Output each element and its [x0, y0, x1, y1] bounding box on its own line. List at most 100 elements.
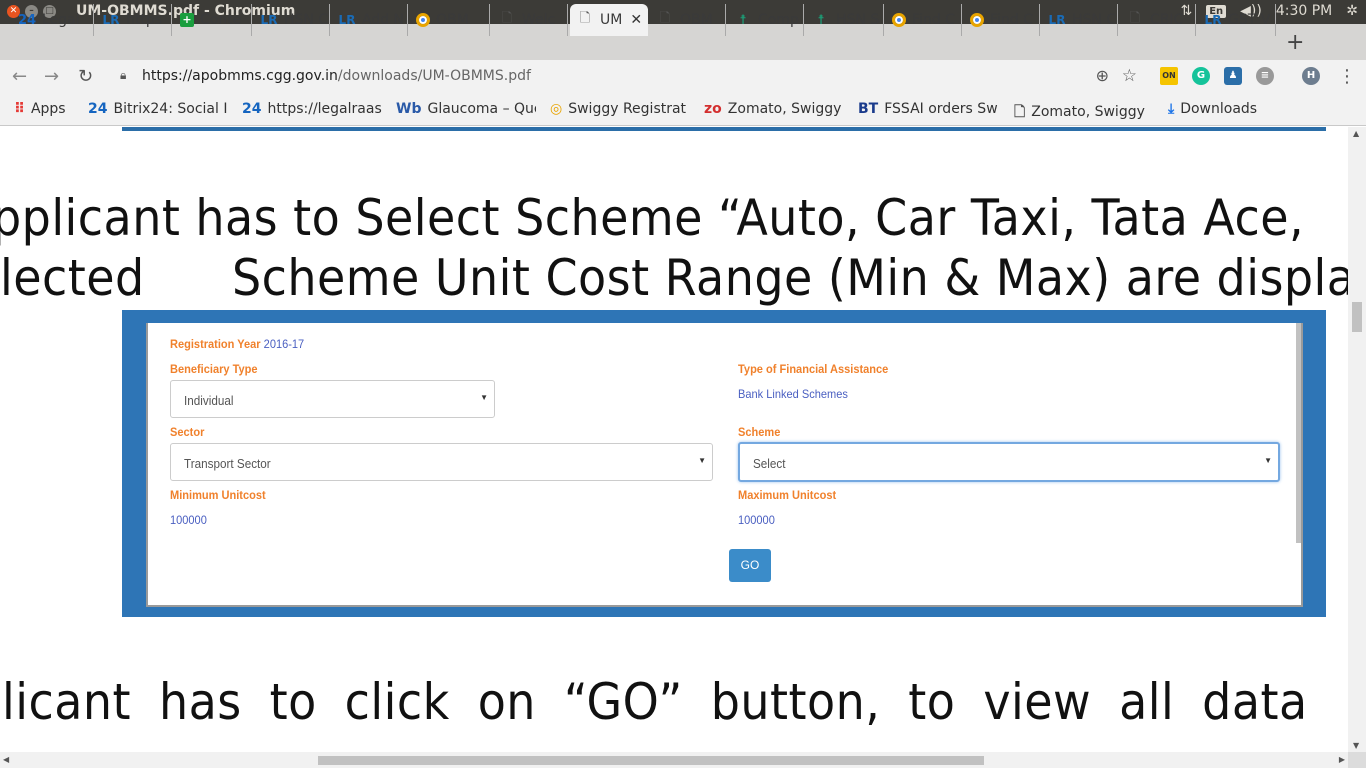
- horizontal-scrollbar[interactable]: ◀ ▶: [0, 752, 1348, 768]
- reload-icon[interactable]: ↻: [78, 66, 93, 87]
- chrome-icon: ◎: [550, 101, 563, 117]
- tab-label: GST V: [1228, 12, 1271, 28]
- tab-label: HSN C: [1072, 12, 1117, 28]
- document-icon: 🗋: [1129, 11, 1141, 26]
- registration-year-label: Registration Year 2016-17: [170, 337, 305, 351]
- browser-tab[interactable]: 🗋 UM ✕: [570, 4, 648, 36]
- vertical-scrollbar[interactable]: ▲ ▼: [1348, 127, 1366, 752]
- bookmark-label: Zomato, Swiggy: [1031, 104, 1145, 120]
- bookmark-item[interactable]: 🗋 Zomato, Swiggy: [1014, 101, 1154, 125]
- legalraasta-icon: LR: [260, 13, 278, 27]
- tab-label: Add N: [362, 12, 405, 28]
- tab-label: OBM: [680, 12, 713, 28]
- scroll-up-arrow-icon[interactable]: ▲: [1353, 129, 1359, 138]
- document-text-line-3: licant has to click on “GO” button, to v…: [2, 673, 1308, 731]
- document-text-line-2b: Scheme Unit Cost Range (Min & Max) are d…: [232, 249, 1348, 307]
- chevron-down-icon: ▼: [1264, 456, 1272, 465]
- browser-tab[interactable]: 🗋 OBM: [650, 4, 726, 36]
- zomato-icon: zo: [704, 101, 722, 117]
- extension-on-icon[interactable]: ON: [1160, 67, 1178, 85]
- close-tab-icon[interactable]: ✕: [630, 12, 642, 28]
- browser-tab[interactable]: + Conte: [174, 4, 252, 36]
- bitrix24-icon: 24: [88, 101, 108, 117]
- grammarly-icon[interactable]: G: [1192, 67, 1210, 85]
- financial-assistance-value: Bank Linked Schemes: [738, 387, 848, 401]
- beneficiary-type-select[interactable]: Individual ▼: [170, 380, 495, 418]
- min-unitcost-value: 100000: [170, 513, 207, 527]
- horizontal-scroll-thumb[interactable]: [318, 756, 984, 765]
- forward-arrow-icon[interactable]: →: [44, 66, 59, 87]
- bookmark-item[interactable]: 24 Bitrix24: Social In: [88, 101, 228, 117]
- browser-tab[interactable]: LR GST V: [1198, 4, 1276, 36]
- browser-tab[interactable]: ☨ HSN S: [806, 4, 884, 36]
- bookmark-label: Swiggy Registrat: [568, 101, 687, 117]
- bookmark-item[interactable]: BT FSSAI orders Swi: [858, 101, 998, 117]
- figure-icon: ☨: [817, 12, 825, 28]
- financial-assistance-label: Type of Financial Assistance: [738, 362, 889, 376]
- vertical-scroll-thumb[interactable]: [1352, 302, 1362, 332]
- clock[interactable]: 4:30 PM: [1276, 3, 1332, 19]
- scheme-label: Scheme: [738, 425, 781, 439]
- browser-tab[interactable]: Find C: [886, 4, 962, 36]
- sector-label: Sector: [170, 425, 205, 439]
- browser-tab[interactable]: LR HSN C: [1042, 4, 1118, 36]
- tab-label: HSN S: [836, 12, 880, 28]
- embedded-image-bottom-edge: [122, 127, 1326, 131]
- chevron-down-icon: ▼: [698, 456, 706, 465]
- new-tab-button[interactable]: +: [1286, 30, 1304, 55]
- document-text-line-2a: lected: [0, 249, 145, 307]
- tab-label: Comp: [758, 12, 799, 28]
- scroll-right-arrow-icon[interactable]: ▶: [1339, 755, 1345, 764]
- browser-tab[interactable]: OBM: [410, 4, 490, 36]
- back-arrow-icon[interactable]: ←: [12, 66, 27, 87]
- go-button[interactable]: GO: [729, 549, 771, 582]
- bookmark-item[interactable]: ◎ Swiggy Registrat: [550, 101, 690, 117]
- browser-tab[interactable]: LR HSN C: [254, 4, 330, 36]
- tab-label: CBIC: [1150, 12, 1184, 28]
- browser-tab[interactable]: ☨ Comp: [728, 4, 804, 36]
- pdf-viewer-page: pplicant has to Select Scheme “Auto, Car…: [0, 127, 1348, 752]
- zoom-icon[interactable]: ⊕: [1096, 66, 1109, 85]
- document-icon: 🗋: [501, 11, 513, 26]
- menu-kebab-icon[interactable]: ⋮: [1338, 66, 1356, 87]
- bookmark-item[interactable]: ⠿ Apps: [14, 101, 76, 117]
- sector-select[interactable]: Transport Sector ▼: [170, 443, 713, 481]
- legalraasta-icon: LR: [102, 13, 120, 27]
- chrome-icon: [970, 13, 984, 27]
- document-text-line-1: pplicant has to Select Scheme “Auto, Car…: [0, 189, 1305, 247]
- bookmark-item[interactable]: 24 https://legalraas: [242, 101, 382, 117]
- bookmark-label: https://legalraas: [267, 101, 382, 117]
- browser-tab[interactable]: LR https: [96, 4, 172, 36]
- browser-tab[interactable]: 24 Legal: [12, 4, 94, 36]
- tab-label: Find C: [912, 12, 955, 28]
- legalraasta-icon: LR: [1048, 13, 1066, 27]
- download-icon: ⤓: [1168, 101, 1175, 117]
- settings-gear-icon[interactable]: ✲: [1346, 3, 1358, 19]
- bookmark-label: FSSAI orders Swi: [884, 101, 998, 117]
- bookmark-item[interactable]: Wb Glaucoma – Que: [396, 101, 536, 117]
- bookmark-label: Downloads: [1180, 101, 1258, 117]
- scheme-select[interactable]: Select ▼: [738, 442, 1280, 482]
- bookmark-item[interactable]: zo Zomato, Swiggy: [704, 101, 844, 117]
- extension-db-icon[interactable]: ≡: [1256, 67, 1274, 85]
- tab-label: Legal: [42, 12, 80, 28]
- tab-label: https: [126, 12, 163, 28]
- browser-tab[interactable]: LR Add N: [332, 4, 408, 36]
- document-icon: 🗋: [579, 11, 591, 26]
- browser-tab[interactable]: Find C: [964, 4, 1040, 36]
- form-panel: Registration Year 2016-17 Beneficiary Ty…: [146, 323, 1303, 607]
- scroll-down-arrow-icon[interactable]: ▼: [1353, 741, 1359, 750]
- bookmark-star-icon[interactable]: ☆: [1122, 66, 1137, 86]
- scroll-left-arrow-icon[interactable]: ◀: [3, 755, 9, 764]
- extension-user-icon[interactable]: ♟: [1224, 67, 1242, 85]
- url-text[interactable]: https://apobmms.cgg.gov.in/downloads/UM-…: [142, 68, 531, 84]
- profile-avatar[interactable]: H: [1302, 67, 1320, 85]
- browser-tab[interactable]: 🗋 Welc: [492, 4, 568, 36]
- beneficiary-type-label: Beneficiary Type: [170, 362, 258, 376]
- legalraasta-icon: LR: [338, 13, 356, 27]
- min-unitcost-label: Minimum Unitcost: [170, 488, 266, 502]
- bookmark-item[interactable]: ⤓ Downloads: [1168, 101, 1278, 117]
- browser-tab[interactable]: 🗋 CBIC: [1120, 4, 1196, 36]
- bookmark-label: Apps: [30, 101, 66, 117]
- address-bar[interactable]: 🔒︎ https://apobmms.cgg.gov.in/downloads/…: [112, 63, 1147, 91]
